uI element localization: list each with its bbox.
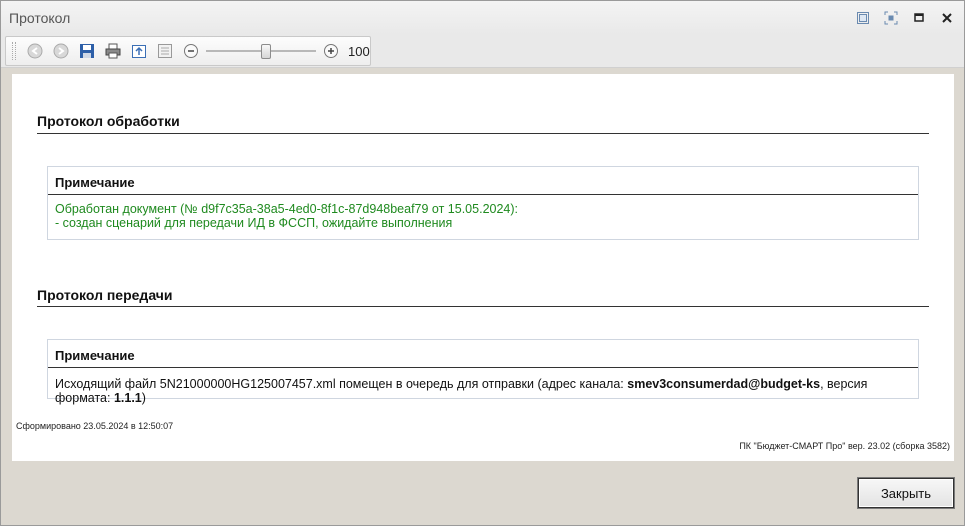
back-icon[interactable] (26, 42, 44, 60)
transfer-note-text: Исходящий файл 5N21000000HG125007457.xml… (48, 368, 918, 405)
transfer-protocol-title: Протокол передачи (37, 287, 173, 303)
save-icon[interactable] (78, 42, 96, 60)
transfer-note-text-start: Исходящий файл 5N21000000HG125007457.xml… (55, 377, 628, 391)
processing-note-text: Обработан документ (№ d9f7c35a-38a5-4ed0… (48, 195, 918, 230)
zoom-out-icon[interactable] (182, 42, 200, 60)
page-setup-icon[interactable] (156, 42, 174, 60)
transfer-note-box: Примечание Исходящий файл 5N21000000HG12… (47, 339, 919, 405)
window-title: Протокол (9, 10, 71, 26)
zoom-slider[interactable] (206, 42, 316, 60)
zoom-slider-thumb[interactable] (261, 44, 271, 59)
window-controls (854, 9, 956, 27)
processing-note-box: Примечание Обработан документ (№ d9f7c35… (47, 166, 919, 240)
processing-note-line: Обработан документ (№ d9f7c35a-38a5-4ed0… (55, 202, 519, 216)
title-bar: Протокол (1, 1, 964, 34)
note-header: Примечание (48, 167, 918, 195)
note-header: Примечание (48, 340, 918, 368)
zoom-value: 100 (348, 43, 370, 59)
protocol-window: Протокол 100 Протокол обработки Примечан… (0, 0, 965, 526)
forward-icon[interactable] (52, 42, 70, 60)
report-page: Протокол обработки Примечание Обработан … (12, 74, 954, 461)
format-version: 1.1.1 (113, 391, 142, 405)
close-button[interactable]: Закрыть (858, 478, 954, 508)
product-version: ПК "Бюджет-СМАРТ Про" вер. 23.02 (сборка… (739, 441, 950, 451)
report-toolbar: 100 (5, 36, 371, 66)
generated-timestamp: Сформировано 23.05.2024 в 12:50:07 (16, 421, 174, 431)
processing-protocol-title: Протокол обработки (37, 113, 180, 129)
processing-note-line: - создан сценарий для передачи ИД в ФССП… (55, 216, 453, 230)
fit-window-icon[interactable] (882, 9, 900, 27)
close-icon[interactable] (938, 9, 956, 27)
transfer-note-text-end: ) (141, 391, 146, 405)
toolbar-grip[interactable] (12, 42, 16, 60)
channel-address: smev3consumerdad@budget-ks (627, 377, 821, 391)
restore-layout-icon[interactable] (854, 9, 872, 27)
export-icon[interactable] (130, 42, 148, 60)
zoom-in-icon[interactable] (322, 42, 340, 60)
toolbar-row: 100 (1, 34, 964, 68)
print-icon[interactable] (104, 42, 122, 60)
section-divider (37, 133, 929, 134)
maximize-icon[interactable] (910, 9, 928, 27)
section-divider (37, 306, 929, 307)
